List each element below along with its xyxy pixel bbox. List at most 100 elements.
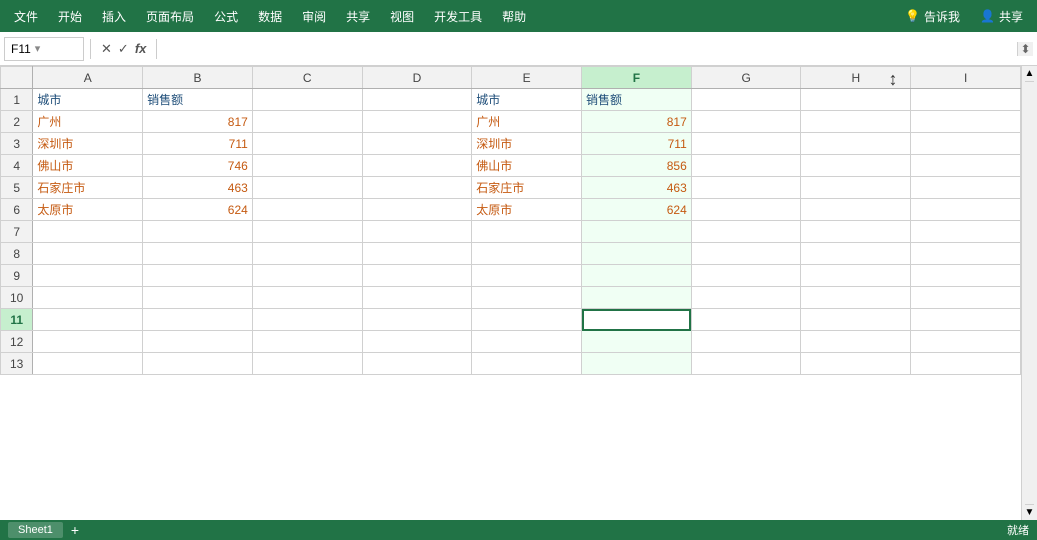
cell-F6[interactable]: 624 <box>582 199 692 221</box>
cell-B11[interactable] <box>143 309 253 331</box>
cell-I8[interactable] <box>911 243 1021 265</box>
cell-A13[interactable] <box>33 353 143 375</box>
menu-formula[interactable]: 公式 <box>204 4 248 29</box>
cell-F1[interactable]: 销售额 <box>582 89 692 111</box>
cell-C11[interactable] <box>252 309 362 331</box>
cell-B3[interactable]: 711 <box>143 133 253 155</box>
col-header-E[interactable]: E <box>472 67 582 89</box>
cell-G7[interactable] <box>691 221 801 243</box>
cell-G4[interactable] <box>691 155 801 177</box>
cell-F13[interactable] <box>582 353 692 375</box>
cell-D6[interactable] <box>362 199 472 221</box>
col-header-F[interactable]: F <box>582 67 692 89</box>
cell-H13[interactable] <box>801 353 911 375</box>
menu-help[interactable]: 帮助 <box>492 4 536 29</box>
row-header-5[interactable]: 5 <box>1 177 33 199</box>
cell-D1[interactable] <box>362 89 472 111</box>
cell-A2[interactable]: 广州 <box>33 111 143 133</box>
cell-C2[interactable] <box>252 111 362 133</box>
cell-C5[interactable] <box>252 177 362 199</box>
cell-F7[interactable] <box>582 221 692 243</box>
cell-reference-box[interactable]: F11 ▾ <box>4 37 84 61</box>
corner-select-all[interactable] <box>1 67 33 89</box>
cell-D12[interactable] <box>362 331 472 353</box>
row-header-11[interactable]: 11 <box>1 309 33 331</box>
cell-E13[interactable] <box>472 353 582 375</box>
cell-H4[interactable] <box>801 155 911 177</box>
cell-B12[interactable] <box>143 331 253 353</box>
menu-page-layout[interactable]: 页面布局 <box>136 4 204 29</box>
row-header-10[interactable]: 10 <box>1 287 33 309</box>
cell-I3[interactable] <box>911 133 1021 155</box>
function-icon[interactable]: fx <box>135 41 147 56</box>
cell-A8[interactable] <box>33 243 143 265</box>
sheet-tab[interactable]: Sheet1 <box>8 522 63 538</box>
cell-E7[interactable] <box>472 221 582 243</box>
menu-tell-me[interactable]: 💡 告诉我 <box>895 4 970 29</box>
menu-data[interactable]: 数据 <box>248 4 292 29</box>
cell-B6[interactable]: 624 <box>143 199 253 221</box>
add-sheet-btn[interactable]: + <box>71 522 79 538</box>
row-header-6[interactable]: 6 <box>1 199 33 221</box>
row-header-12[interactable]: 12 <box>1 331 33 353</box>
confirm-icon[interactable]: ✓ <box>118 41 129 57</box>
cell-E10[interactable] <box>472 287 582 309</box>
cell-E2[interactable]: 广州 <box>472 111 582 133</box>
cell-D9[interactable] <box>362 265 472 287</box>
col-header-B[interactable]: B <box>143 67 253 89</box>
cell-G2[interactable] <box>691 111 801 133</box>
cell-G12[interactable] <box>691 331 801 353</box>
row-header-2[interactable]: 2 <box>1 111 33 133</box>
cell-I13[interactable] <box>911 353 1021 375</box>
cell-F5[interactable]: 463 <box>582 177 692 199</box>
cell-G3[interactable] <box>691 133 801 155</box>
cell-H11[interactable] <box>801 309 911 331</box>
cell-I7[interactable] <box>911 221 1021 243</box>
cell-H9[interactable] <box>801 265 911 287</box>
cell-A12[interactable] <box>33 331 143 353</box>
col-header-D[interactable]: D <box>362 67 472 89</box>
cell-E6[interactable]: 太原市 <box>472 199 582 221</box>
cell-H7[interactable] <box>801 221 911 243</box>
menu-share-btn[interactable]: 👤 共享 <box>970 4 1033 29</box>
cell-H5[interactable] <box>801 177 911 199</box>
cell-I9[interactable] <box>911 265 1021 287</box>
cell-G9[interactable] <box>691 265 801 287</box>
cell-C12[interactable] <box>252 331 362 353</box>
cell-G6[interactable] <box>691 199 801 221</box>
cell-B1[interactable]: 销售额 <box>143 89 253 111</box>
cell-E12[interactable] <box>472 331 582 353</box>
cell-G8[interactable] <box>691 243 801 265</box>
col-header-A[interactable]: A <box>33 67 143 89</box>
scroll-up-btn[interactable]: ▲ <box>1025 66 1035 82</box>
cell-E3[interactable]: 深圳市 <box>472 133 582 155</box>
cell-B9[interactable] <box>143 265 253 287</box>
column-resize-handle[interactable]: ↕ <box>885 66 901 92</box>
cell-B4[interactable]: 746 <box>143 155 253 177</box>
menu-dev-tools[interactable]: 开发工具 <box>424 4 492 29</box>
cell-C3[interactable] <box>252 133 362 155</box>
scroll-down-btn[interactable]: ▼ <box>1025 504 1035 520</box>
cell-I11[interactable] <box>911 309 1021 331</box>
cell-I5[interactable] <box>911 177 1021 199</box>
cell-D2[interactable] <box>362 111 472 133</box>
cell-B5[interactable]: 463 <box>143 177 253 199</box>
cell-H6[interactable] <box>801 199 911 221</box>
menu-share[interactable]: 共享 <box>336 4 380 29</box>
cell-B10[interactable] <box>143 287 253 309</box>
cell-E9[interactable] <box>472 265 582 287</box>
cell-I4[interactable] <box>911 155 1021 177</box>
cell-F4[interactable]: 856 <box>582 155 692 177</box>
cell-I1[interactable] <box>911 89 1021 111</box>
cell-A3[interactable]: 深圳市 <box>33 133 143 155</box>
cell-E4[interactable]: 佛山市 <box>472 155 582 177</box>
cell-D13[interactable] <box>362 353 472 375</box>
cell-G5[interactable] <box>691 177 801 199</box>
cell-A6[interactable]: 太原市 <box>33 199 143 221</box>
cell-D3[interactable] <box>362 133 472 155</box>
cancel-icon[interactable]: ✕ <box>101 41 112 57</box>
cell-A11[interactable] <box>33 309 143 331</box>
menu-insert[interactable]: 插入 <box>92 4 136 29</box>
cell-E8[interactable] <box>472 243 582 265</box>
cell-F2[interactable]: 817 <box>582 111 692 133</box>
